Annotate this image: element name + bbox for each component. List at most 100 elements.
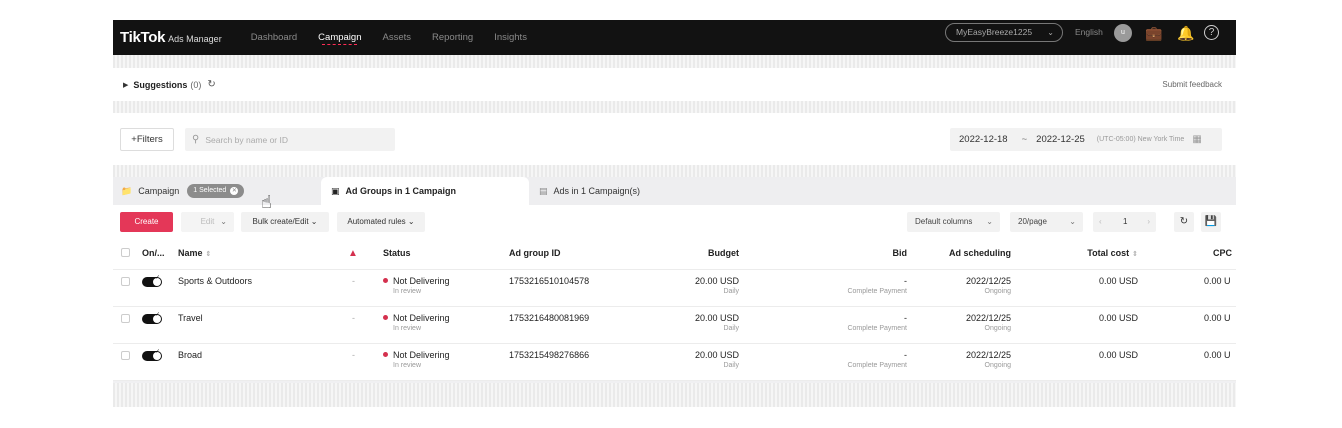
nav-dashboard[interactable]: Dashboard [251,20,297,55]
tiktok-logo[interactable]: TikTok [120,29,165,46]
folder-icon: 📁 [121,185,133,196]
suggestions-label[interactable]: Suggestions [133,80,187,90]
sort-icon[interactable]: ⇕ [1132,251,1138,258]
ad-groups-table: On/... Name ⇕ ▲ Status Ad group ID Budget… [113,238,1236,381]
edit-label: Edit [200,217,215,226]
submit-feedback-link[interactable]: Submit feedback [1162,80,1222,89]
chevron-down-icon: ⌄ [220,217,227,226]
calendar-icon: ▦ [1192,134,1202,145]
row-status-sub: In review [393,325,422,332]
row-total-cost: 0.00 USD [1098,313,1138,323]
row-schedule-sub: Ongoing [984,325,1011,332]
nav-insights[interactable]: Insights [494,20,527,55]
current-page[interactable]: 1 [1123,212,1127,232]
row-name[interactable]: Travel [178,307,203,330]
columns-select[interactable]: Default columns ⌄ [907,212,1000,232]
row-cpc: 0.00 U [1204,350,1231,360]
chevron-down-icon: ⌄ [310,217,318,226]
row-budget-sub: Daily [723,325,739,332]
account-selector[interactable]: MyEasyBreeze1225 ⌄ [945,23,1063,42]
row-name[interactable]: Sports & Outdoors [178,270,252,293]
row-total-cost: 0.00 USD [1098,350,1138,360]
clear-selection-icon[interactable]: ✕ [230,187,239,195]
status-dot [383,278,388,284]
col-name-label: Name [178,248,203,258]
filters-button[interactable]: +Filters [120,128,174,151]
export-icon[interactable]: 💾 [1201,212,1221,232]
col-total-cost-label: Total cost [1087,248,1130,258]
nav-reporting[interactable]: Reporting [432,20,473,55]
table-row[interactable]: ✓ Sports & Outdoors - Not Delivering In … [113,270,1236,307]
on-off-toggle[interactable]: ✓ [142,312,162,324]
col-total-cost[interactable]: Total cost ⇕ [1058,238,1138,270]
refresh-icon[interactable]: ↻ [207,79,215,90]
row-status-text: Not Delivering [393,313,450,323]
pagination: ‹ 1 › [1093,212,1156,232]
avatar[interactable]: u [1114,24,1132,42]
tab-campaign[interactable]: 📁 Campaign 1 Selected ✕ [121,177,245,205]
row-checkbox[interactable] [121,314,130,323]
row-cpc: 0.00 U [1204,276,1231,286]
timezone-label: (UTC-05:00) New York Time [1096,136,1185,143]
nav-campaign[interactable]: Campaign [318,20,361,55]
account-name: MyEasyBreeze1225 [956,27,1033,37]
create-button[interactable]: Create [120,212,173,232]
tab-ads[interactable]: ▤ Ads in 1 Campaign(s) [539,177,640,205]
prev-page-icon[interactable]: ‹ [1099,212,1102,232]
date-range-picker[interactable]: 2022-12-18 ~ 2022-12-25 (UTC-05:00) New … [950,128,1222,151]
columns-label: Default columns [915,217,973,226]
col-bid: Bid [892,248,908,258]
edit-button[interactable]: Edit ⌄ [181,212,234,232]
row-warning: - [352,313,355,323]
status-dot [383,315,388,321]
selected-count-text: 1 Selected [193,187,227,194]
warning-icon: ▲ [348,248,358,259]
row-ad-group-id: 1753216510104578 [509,276,590,286]
selected-count-badge[interactable]: 1 Selected ✕ [187,184,245,198]
row-schedule-sub: Ongoing [984,362,1011,369]
row-ad-group-id: 1753215498276866 [509,350,590,360]
loading-stripe [113,101,1236,113]
row-name[interactable]: Broad [178,344,202,367]
sort-icon[interactable]: ⇕ [206,251,212,258]
tab-ads-label: Ads in 1 Campaign(s) [553,186,641,196]
help-icon[interactable]: ? [1204,25,1219,40]
row-bid-sub: Complete Payment [847,288,907,295]
table-row[interactable]: ✓ Travel - Not Delivering In review 1753… [113,307,1236,344]
search-input[interactable] [205,134,386,145]
nav-assets[interactable]: Assets [382,20,411,55]
caret-right-icon[interactable]: ▶ [123,81,128,89]
col-status: Status [383,248,411,258]
search-box: ⚲ [185,128,395,151]
row-ad-group-id: 1753216480081969 [509,313,590,323]
date-start: 2022-12-18 [959,134,1008,145]
automated-rules-button[interactable]: Automated rules ⌄ [337,212,425,232]
page-size-select[interactable]: 20/page ⌄ [1010,212,1083,232]
table-row[interactable]: ✓ Broad - Not Delivering In review 17532… [113,344,1236,381]
select-all-checkbox[interactable] [121,248,130,257]
row-total-cost: 0.00 USD [1098,276,1138,286]
col-name[interactable]: Name ⇕ [178,238,211,270]
ad-icon: ▤ [539,185,548,196]
language-selector[interactable]: English [1075,20,1103,45]
row-checkbox[interactable] [121,277,130,286]
chevron-down-icon: ⌄ [1069,217,1076,226]
level-tabs: 📁 Campaign 1 Selected ✕ ▣ Ad Groups in 1… [113,177,1236,205]
nav-menu: Dashboard Campaign Assets Reporting Insi… [251,20,548,55]
search-icon: ⚲ [192,134,200,145]
filter-bar: +Filters ⚲ 2022-12-18 ~ 2022-12-25 (UTC-… [113,113,1236,165]
refresh-icon[interactable]: ↻ [1174,212,1194,232]
next-page-icon[interactable]: › [1147,212,1150,232]
briefcase-icon[interactable]: 💼 [1144,23,1164,43]
logo-subtitle: Ads Manager [168,34,222,44]
row-checkbox[interactable] [121,351,130,360]
tab-ad-groups[interactable]: ▣ Ad Groups in 1 Campaign [321,177,529,205]
on-off-toggle[interactable]: ✓ [142,275,162,287]
chevron-down-icon: ⌄ [1047,28,1054,37]
hand-cursor-icon: ☝ [261,192,272,212]
bulk-create-edit-button[interactable]: Bulk create/Edit ⌄ [241,212,329,232]
row-bid-sub: Complete Payment [847,362,907,369]
on-off-toggle[interactable]: ✓ [142,349,162,361]
loading-stripe [113,55,1236,68]
bell-icon[interactable]: 🔔 [1176,23,1196,43]
